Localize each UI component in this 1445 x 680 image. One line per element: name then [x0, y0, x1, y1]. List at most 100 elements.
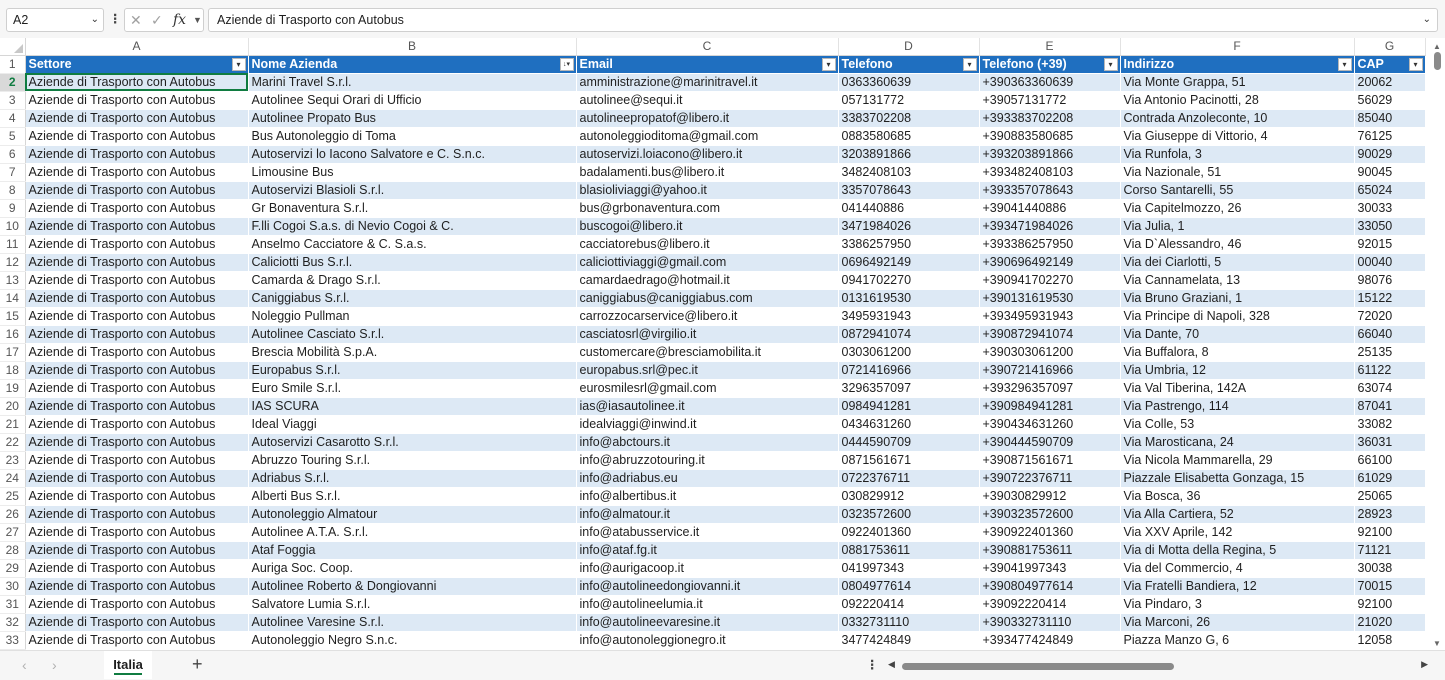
sheet-tab-italia[interactable]: Italia	[104, 651, 152, 679]
chevron-down-icon[interactable]: ⌄	[91, 9, 99, 31]
table-cell[interactable]: 36031	[1354, 433, 1426, 452]
table-cell[interactable]: Autolinee Casciato S.r.l.	[248, 325, 577, 344]
table-cell[interactable]: Corso Santarelli, 55	[1120, 181, 1355, 200]
scroll-right-icon[interactable]: ▶	[1421, 659, 1428, 670]
table-cell[interactable]: Via dei Ciarlotti, 5	[1120, 253, 1355, 272]
table-cell[interactable]: Via Val Tiberina, 142A	[1120, 379, 1355, 398]
row-header[interactable]: 10	[0, 217, 26, 236]
table-cell[interactable]: Via Cannamelata, 13	[1120, 271, 1355, 290]
table-cell[interactable]: Via Nicola Mammarella, 29	[1120, 451, 1355, 470]
table-cell[interactable]: Aziende di Trasporto con Autobus	[25, 613, 249, 632]
table-cell[interactable]: 98076	[1354, 271, 1426, 290]
table-cell[interactable]: +390922401360	[979, 523, 1121, 542]
table-cell[interactable]: Via Monte Grappa, 51	[1120, 73, 1355, 92]
table-cell[interactable]: Bus Autonoleggio di Toma	[248, 127, 577, 146]
table-cell[interactable]: 66100	[1354, 451, 1426, 470]
table-cell[interactable]: Aziende di Trasporto con Autobus	[25, 325, 249, 344]
table-cell[interactable]: info@almatour.it	[576, 505, 839, 524]
table-cell[interactable]: Via Julia, 1	[1120, 217, 1355, 236]
table-cell[interactable]: 00040	[1354, 253, 1426, 272]
table-cell[interactable]: Autolinee Sequi Orari di Ufficio	[248, 91, 577, 110]
formula-input[interactable]: Aziende di Trasporto con Autobus ⌄	[208, 8, 1438, 32]
row-header[interactable]: 9	[0, 199, 26, 218]
table-cell[interactable]: +390881753611	[979, 541, 1121, 560]
table-cell[interactable]: badalamenti.bus@libero.it	[576, 163, 839, 182]
table-cell[interactable]: Aziende di Trasporto con Autobus	[25, 253, 249, 272]
row-header[interactable]: 14	[0, 289, 26, 308]
table-cell[interactable]: 3383702208	[838, 109, 980, 128]
name-box[interactable]: A2 ⌄	[6, 8, 104, 32]
table-cell[interactable]: 66040	[1354, 325, 1426, 344]
table-cell[interactable]: 85040	[1354, 109, 1426, 128]
row-header[interactable]: 32	[0, 613, 26, 632]
table-cell[interactable]: Aziende di Trasporto con Autobus	[25, 505, 249, 524]
table-cell[interactable]: +390804977614	[979, 577, 1121, 596]
table-header-cell[interactable]: CAP ▾	[1354, 55, 1426, 74]
filter-dropdown-icon[interactable]: ▾	[821, 57, 836, 71]
table-cell[interactable]: Via Marconi, 26	[1120, 613, 1355, 632]
table-cell[interactable]: 0131619530	[838, 289, 980, 308]
row-header[interactable]: 7	[0, 163, 26, 182]
column-header-a[interactable]: A	[25, 38, 249, 56]
table-cell[interactable]: Autolinee Roberto & Dongiovanni	[248, 577, 577, 596]
table-cell[interactable]: Aziende di Trasporto con Autobus	[25, 559, 249, 578]
table-cell[interactable]: 61122	[1354, 361, 1426, 380]
column-header-g[interactable]: G	[1354, 38, 1426, 56]
table-cell[interactable]: +39041440886	[979, 199, 1121, 218]
table-cell[interactable]: Caniggiabus S.r.l.	[248, 289, 577, 308]
row-header[interactable]: 5	[0, 127, 26, 146]
table-cell[interactable]: +393203891866	[979, 145, 1121, 164]
table-cell[interactable]: 21020	[1354, 613, 1426, 632]
table-cell[interactable]: Via Principe di Napoli, 328	[1120, 307, 1355, 326]
row-header[interactable]: 4	[0, 109, 26, 128]
table-cell[interactable]: Auriga Soc. Coop.	[248, 559, 577, 578]
row-header[interactable]: 3	[0, 91, 26, 110]
table-cell[interactable]: Via Dante, 70	[1120, 325, 1355, 344]
row-header[interactable]: 23	[0, 451, 26, 470]
table-cell[interactable]: 0332731110	[838, 613, 980, 632]
table-cell[interactable]: info@abctours.it	[576, 433, 839, 452]
table-cell[interactable]: +390696492149	[979, 253, 1121, 272]
table-cell[interactable]: 61029	[1354, 469, 1426, 488]
table-cell[interactable]: 0323572600	[838, 505, 980, 524]
filter-dropdown-icon[interactable]: ▾	[1103, 57, 1118, 71]
table-header-cell[interactable]: Settore ▾	[25, 55, 249, 74]
table-cell[interactable]: Piazzale Elisabetta Gonzaga, 15	[1120, 469, 1355, 488]
table-cell[interactable]: 33050	[1354, 217, 1426, 236]
table-cell[interactable]: info@autolineelumia.it	[576, 595, 839, 614]
table-cell[interactable]: Via Alla Cartiera, 52	[1120, 505, 1355, 524]
row-header[interactable]: 21	[0, 415, 26, 434]
table-cell[interactable]: Caliciotti Bus S.r.l.	[248, 253, 577, 272]
table-cell[interactable]: Aziende di Trasporto con Autobus	[25, 415, 249, 434]
table-cell[interactable]: 0363360639	[838, 73, 980, 92]
table-cell[interactable]: Autolinee A.T.A. S.r.l.	[248, 523, 577, 542]
prev-sheet-icon[interactable]: ‹	[22, 657, 27, 673]
row-header[interactable]: 18	[0, 361, 26, 380]
scroll-up-icon[interactable]: ▲	[1433, 42, 1441, 51]
table-cell[interactable]: 72020	[1354, 307, 1426, 326]
table-cell[interactable]: 0984941281	[838, 397, 980, 416]
table-cell[interactable]: +390984941281	[979, 397, 1121, 416]
table-cell[interactable]: 25065	[1354, 487, 1426, 506]
table-cell[interactable]: Abruzzo Touring S.r.l.	[248, 451, 577, 470]
table-cell[interactable]: F.lli Cogoi S.a.s. di Nevio Cogoi & C.	[248, 217, 577, 236]
table-header-cell[interactable]: Indirizzo ▾	[1120, 55, 1355, 74]
insert-function-icon[interactable]: fx	[173, 9, 186, 31]
table-cell[interactable]: Aziende di Trasporto con Autobus	[25, 379, 249, 398]
table-cell[interactable]: 25135	[1354, 343, 1426, 362]
table-cell[interactable]: +393477424849	[979, 631, 1121, 650]
table-cell[interactable]: cacciatorebus@libero.it	[576, 235, 839, 254]
table-header-cell[interactable]: Telefono ▾	[838, 55, 980, 74]
table-cell[interactable]: info@autolineevaresine.it	[576, 613, 839, 632]
table-cell[interactable]: +390363360639	[979, 73, 1121, 92]
table-cell[interactable]: +390721416966	[979, 361, 1121, 380]
table-cell[interactable]: 92100	[1354, 523, 1426, 542]
horizontal-scroll-thumb[interactable]	[902, 663, 1174, 670]
table-cell[interactable]: 3495931943	[838, 307, 980, 326]
table-cell[interactable]: Aziende di Trasporto con Autobus	[25, 469, 249, 488]
table-cell[interactable]: +390871561671	[979, 451, 1121, 470]
row-header[interactable]: 2	[0, 73, 26, 92]
table-cell[interactable]: +393296357097	[979, 379, 1121, 398]
table-cell[interactable]: +39092220414	[979, 595, 1121, 614]
table-cell[interactable]: Aziende di Trasporto con Autobus	[25, 523, 249, 542]
